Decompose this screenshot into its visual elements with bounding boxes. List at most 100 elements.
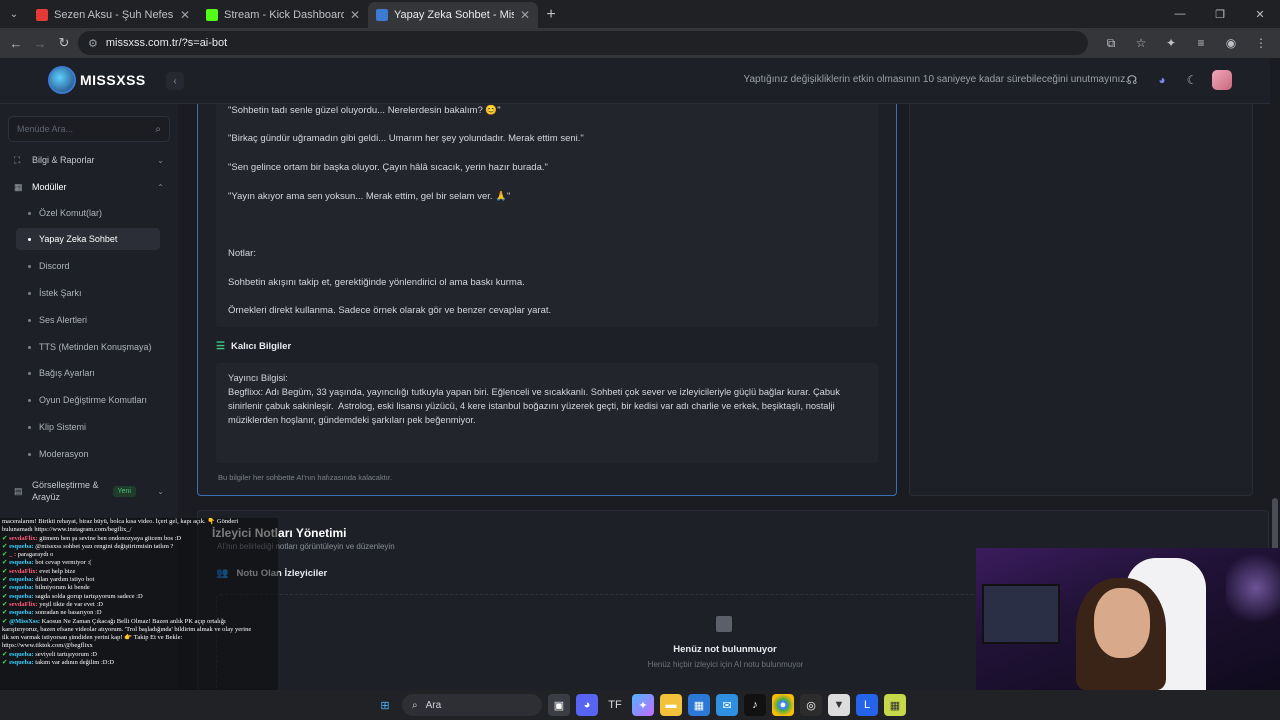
new-badge: Yeni (112, 485, 136, 497)
chat-text: gitmem ben şu sevine ben ondonozyaya git… (39, 534, 182, 542)
copilot-icon[interactable]: ✦ (632, 694, 654, 716)
spreadsheet-icon[interactable]: ▦ (884, 694, 906, 716)
chat-text: dilan yardım istiyo bot (35, 576, 95, 584)
chat-username: esqueba: (9, 559, 34, 567)
tab-search-icon[interactable]: ⌄ (0, 0, 28, 28)
browser-tab-2[interactable]: Stream - Kick Dashboard ✕ (198, 2, 368, 28)
persistent-info-textarea[interactable]: Yayıncı Bilgisi: Begflixx: Adı Begüm, 33… (216, 363, 878, 463)
menu-dots-icon[interactable]: ⋮ (1248, 31, 1274, 55)
window-controls: — ❐ ✕ (1160, 0, 1280, 28)
chrome-icon[interactable]: ● (772, 694, 794, 716)
header-icons: ☊ ◕ ☾ (1122, 70, 1232, 90)
prompt-line: "Yayın akıyor ama sen yoksun... Merak et… (228, 191, 511, 202)
taskbar-search-label: Ara (425, 699, 442, 711)
tiktok-icon[interactable]: ♪ (744, 694, 766, 716)
prompt-textarea[interactable]: "Sohbetin tadı senle güzel oluyordu... N… (216, 104, 878, 327)
forward-arrow-icon[interactable]: → (30, 31, 50, 55)
close-window-icon[interactable]: ✕ (1240, 0, 1280, 28)
minimize-icon[interactable]: — (1160, 0, 1200, 28)
sidebar-item-sound-alerts[interactable]: Ses Alertleri (16, 309, 160, 331)
sidebar-item-label: Özel Komut(lar) (39, 208, 103, 218)
extensions-icon[interactable]: ✦ (1158, 31, 1184, 55)
database-icon: ☰ (216, 341, 225, 352)
prompt-line: "Sen gelince ortam bir başka oluyor. Çay… (228, 162, 548, 173)
sidebar-item-discord[interactable]: Discord (16, 255, 160, 277)
url-field[interactable]: ⚙ missxss.com.tr/?s=ai-bot (78, 31, 1088, 55)
discord-app-icon[interactable]: ◕ (576, 694, 598, 716)
search-icon[interactable]: ⌕ (155, 124, 161, 135)
l-app-icon[interactable]: L (856, 694, 878, 716)
sidebar-item-custom-commands[interactable]: Özel Komut(lar) (16, 202, 160, 224)
header-notice: Yaptığınız değişikliklerin etkin olmasın… (743, 74, 1128, 85)
close-tab-icon[interactable]: ✕ (180, 8, 190, 22)
maximize-icon[interactable]: ❐ (1200, 0, 1240, 28)
avatar[interactable] (1212, 70, 1232, 90)
note-icon (716, 616, 732, 632)
chat-text: evet help bize (39, 567, 76, 575)
theme-moon-icon[interactable]: ☾ (1182, 70, 1202, 90)
sidebar-section-reports[interactable]: ⛶ Bilgi & Raporlar ⌄ (14, 149, 164, 171)
store-icon[interactable]: ▦ (688, 694, 710, 716)
sidebar-item-clip-system[interactable]: Klip Sistemi (16, 416, 160, 438)
file-explorer-icon[interactable]: ▬ (660, 694, 682, 716)
chat-text: sagda solda gorup tartışıyorum sadece :D (35, 592, 143, 600)
sidebar-section-visuals[interactable]: ▤ Görselleştirme & Arayüz Yeni ⌄ (14, 476, 164, 506)
webcam-overlay (976, 548, 1280, 690)
site-logo[interactable]: MISSXSS (48, 66, 146, 94)
sidebar-section-modules[interactable]: ▦ Modüller ⌃ (14, 176, 164, 198)
sidebar-item-song-request[interactable]: İstek Şarkı (16, 282, 160, 304)
tf-app-icon[interactable]: TF (604, 694, 626, 716)
close-tab-icon[interactable]: ✕ (350, 8, 360, 22)
sidebar-item-ai-chat[interactable]: Yapay Zeka Sohbet (16, 228, 160, 250)
url-text: missxss.com.tr/?s=ai-bot (105, 37, 228, 49)
chat-username: esqueba: (9, 584, 34, 592)
sidebar-item-tts[interactable]: TTS (Metinden Konuşmaya) (16, 336, 160, 358)
chat-username: sevdaFlix: (9, 534, 38, 542)
chat-text: paragaraydı o (17, 551, 54, 559)
browser-tab-1[interactable]: Sezen Aksu - Şuh Nefes (Cecel ✕ (28, 2, 198, 28)
collapse-sidebar-button[interactable]: ‹ (166, 72, 184, 90)
vpn-icon[interactable]: ▼ (828, 694, 850, 716)
new-tab-button[interactable]: + (538, 2, 564, 28)
reload-icon[interactable]: ↻ (54, 31, 74, 55)
bullet (28, 371, 31, 375)
start-windows-icon[interactable]: ⊞ (374, 694, 396, 716)
back-arrow-icon[interactable]: ← (6, 31, 26, 55)
sidebar-search-input[interactable] (17, 124, 147, 134)
sidebar-item-label: Oyun Değiştirme Komutları (39, 395, 148, 405)
search-icon: ⌕ (412, 699, 418, 711)
windows-taskbar: ⊞ ⌕ Ara ▣ ◕ TF ✦ ▬ ▦ ✉ ♪ ● ◎ ▼ L ▦ (0, 690, 1280, 720)
sidebar-section-label: Bilgi & Raporlar (32, 155, 95, 165)
section-title: Kalıcı Bilgiler (230, 341, 292, 352)
chat-username: esqueba: (9, 659, 34, 667)
sidebar-item-moderation[interactable]: Moderasyon (16, 443, 160, 465)
bookmark-star-icon[interactable]: ☆ (1128, 31, 1154, 55)
streamer-face (1094, 588, 1150, 658)
sidebar-item-game-commands[interactable]: Oyun Değiştirme Komutları (16, 389, 160, 411)
sidebar-search: ⌕ (8, 116, 170, 142)
chevron-up-icon: ⌃ (157, 182, 164, 192)
chat-message: ✔ esqueba: bilmiyorum ki bende (0, 584, 278, 592)
chat-username: _ : (9, 551, 17, 559)
ambient-light (1226, 548, 1280, 628)
sidebar-item-donation[interactable]: Bağış Ayarları (16, 362, 160, 384)
persistent-info-text: Yayıncı Bilgisi: Begflixx: Adı Begüm, 33… (228, 373, 840, 425)
support-headset-icon[interactable]: ☊ (1122, 70, 1142, 90)
discord-icon[interactable]: ◕ (1152, 70, 1172, 90)
bullet (28, 237, 31, 241)
chat-text: bot cevap vermiyor :( (35, 559, 92, 567)
profile-icon[interactable]: ◉ (1218, 31, 1244, 55)
mail-icon[interactable]: ✉ (716, 694, 738, 716)
obs-icon[interactable]: ◎ (800, 694, 822, 716)
tab-groups-icon[interactable]: ≡ (1188, 31, 1214, 55)
chat-username: esqueba: (9, 650, 34, 658)
site-info-icon[interactable]: ⚙ (88, 37, 98, 50)
sidebar-item-label: Discord (39, 261, 70, 271)
chat-message: karıştırıyoruz, bazen efsane videolar at… (0, 626, 278, 634)
taskbar-search[interactable]: ⌕ Ara (402, 694, 542, 716)
logo-icon (48, 66, 76, 94)
close-tab-icon[interactable]: ✕ (520, 8, 530, 22)
install-app-icon[interactable]: ⧉ (1098, 31, 1124, 55)
task-view-icon[interactable]: ▣ (548, 694, 570, 716)
browser-tab-3[interactable]: Yapay Zeka Sohbet - MissXss Ai ✕ (368, 2, 538, 28)
